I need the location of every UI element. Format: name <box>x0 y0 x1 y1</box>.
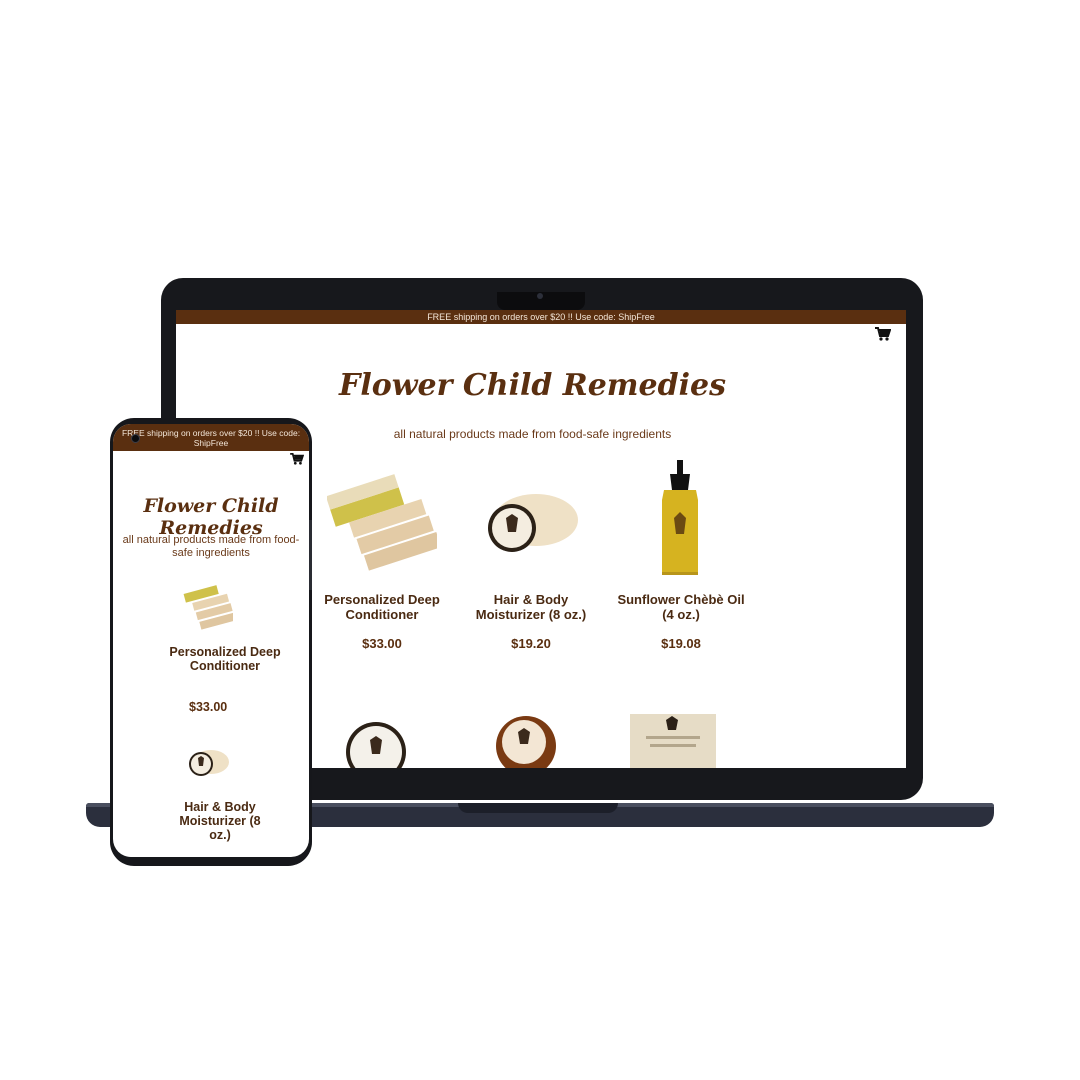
product-card[interactable]: Hair & Body Moisturizer (8 oz.) <box>175 800 265 842</box>
mobile-screen: FREE shipping on orders over $20 !! Use … <box>113 424 309 857</box>
moisturizer-jar-image[interactable] <box>185 742 231 782</box>
conditioner-packets-image[interactable] <box>325 460 442 575</box>
cart-icon[interactable] <box>875 327 891 341</box>
product-name[interactable]: Hair & Body Moisturizer (8 oz.) <box>466 592 596 622</box>
announcement-bar: FREE shipping on orders over $20 !! Use … <box>176 310 906 324</box>
announcement-bar: FREE shipping on orders over $20 !! Use … <box>113 424 309 451</box>
brand-tagline: all natural products made from food-safe… <box>122 534 300 559</box>
product-price: $19.20 <box>511 636 551 651</box>
phone-side-button <box>309 520 312 590</box>
brand-logo-title[interactable]: Flower Child Remedies <box>113 495 309 539</box>
product-card[interactable]: Sunflower Chèbè Oil (4 oz.) $19.08 <box>616 460 746 651</box>
conditioner-packets-image[interactable] <box>183 574 233 634</box>
oil-bottle-image[interactable] <box>626 460 736 575</box>
product-price: $33.00 <box>189 700 228 714</box>
product-card[interactable]: Personalized Deep Conditioner <box>165 645 285 673</box>
product-card[interactable]: Personalized Deep Conditioner $33.00 <box>317 460 447 651</box>
product-price-row: $33.00 <box>151 700 271 714</box>
product-price: $19.08 <box>661 636 701 651</box>
brand-logo-title[interactable]: Flower Child Remedies <box>176 368 889 403</box>
product-image-partial[interactable] <box>336 710 416 768</box>
product-name[interactable]: Sunflower Chèbè Oil (4 oz.) <box>616 592 746 622</box>
product-price: $33.00 <box>362 636 402 651</box>
moisturizer-jar-image[interactable] <box>476 460 586 575</box>
product-name[interactable]: Personalized Deep Conditioner <box>317 592 447 622</box>
product-name[interactable]: Hair & Body Moisturizer (8 oz.) <box>175 800 265 842</box>
product-name[interactable]: Personalized Deep Conditioner <box>165 645 285 673</box>
product-image-partial[interactable] <box>486 706 566 768</box>
cart-icon[interactable] <box>290 453 304 465</box>
phone-camera <box>131 434 140 443</box>
laptop-trackpad-lip <box>458 803 618 813</box>
product-card[interactable]: Hair & Body Moisturizer (8 oz.) $19.20 <box>466 460 596 651</box>
laptop-camera <box>537 293 543 299</box>
product-image-partial[interactable] <box>626 710 720 768</box>
